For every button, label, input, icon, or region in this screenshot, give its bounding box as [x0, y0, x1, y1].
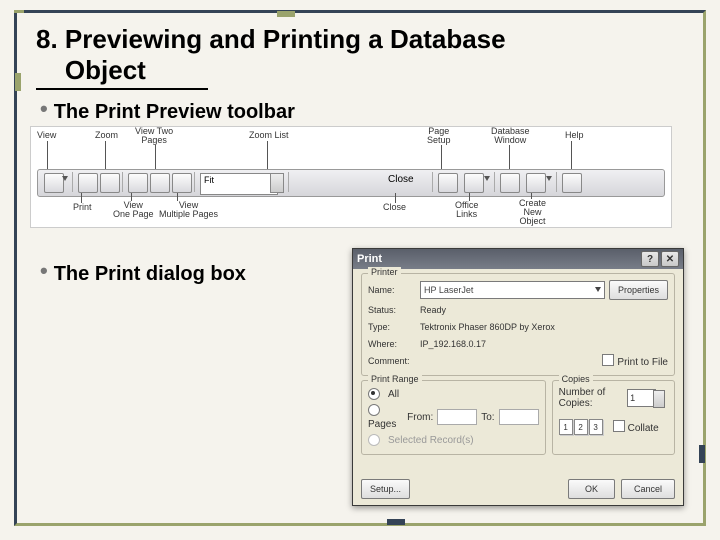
print-button[interactable] — [78, 173, 98, 193]
zoom-list-dropdown-icon[interactable] — [270, 173, 284, 193]
multi-pages-label: View Multiple Pages — [159, 201, 218, 219]
multiple-pages-button[interactable] — [172, 173, 192, 193]
printer-group-label: Printer — [368, 267, 401, 277]
status-value: Ready — [420, 305, 446, 315]
title-line-1: 8. Previewing and Printing a Database — [36, 24, 506, 54]
from-label: From: — [407, 412, 433, 423]
zoom-button[interactable] — [100, 173, 120, 193]
help-label: Help — [565, 131, 584, 140]
print-label: Print — [73, 203, 92, 212]
range-all-radio[interactable]: All — [368, 387, 539, 401]
title-line-2: Object — [65, 55, 146, 85]
print-range-group: Print Range All Pages From: To: Selected… — [361, 380, 546, 455]
collate-check[interactable]: Collate — [613, 420, 659, 434]
printer-group: Printer Name: HP LaserJet Properties Sta… — [361, 273, 675, 376]
view-button[interactable] — [44, 173, 64, 193]
num-copies-label: Number of Copies: — [559, 387, 623, 409]
where-label: Where: — [368, 339, 416, 349]
chevron-down-icon — [62, 176, 68, 181]
radio-icon — [368, 388, 380, 400]
db-window-label: Database Window — [491, 127, 530, 145]
two-pages-label: View Two Pages — [135, 127, 173, 145]
printer-name-combo[interactable]: HP LaserJet — [420, 281, 605, 299]
checkbox-icon — [602, 354, 614, 366]
name-label: Name: — [368, 285, 416, 295]
copies-group-label: Copies — [559, 374, 593, 384]
print-to-file-check[interactable]: Print to File — [602, 354, 668, 368]
close-button[interactable]: Close — [388, 174, 414, 185]
page-setup-label: Page Setup — [427, 127, 451, 145]
bullet-print-preview-toolbar: •The Print Preview toolbar — [40, 96, 295, 124]
one-page-label: View One Page — [113, 201, 154, 219]
copies-spinner[interactable]: 1 — [627, 389, 656, 407]
chevron-down-icon — [546, 176, 552, 181]
bullet-print-dialog-box: •The Print dialog box — [40, 258, 246, 286]
close-icon[interactable]: ✕ — [661, 251, 679, 267]
print-dialog: Print ? ✕ Printer Name: HP LaserJet Prop… — [352, 248, 684, 506]
help-button[interactable] — [562, 173, 582, 193]
type-value: Tektronix Phaser 860DP by Xerox — [420, 322, 555, 332]
status-label: Status: — [368, 305, 416, 315]
view-label: View — [37, 131, 56, 140]
page-setup-button[interactable] — [438, 173, 458, 193]
create-new-label: Create New Object — [519, 199, 546, 226]
radio-icon — [368, 404, 380, 416]
office-links-label: Office Links — [455, 201, 478, 219]
range-selected-radio: Selected Record(s) — [368, 433, 539, 447]
print-preview-toolbar-figure: Fit Close View Zoom View Two Pages Zoom … — [30, 126, 672, 228]
dialog-titlebar: Print ? ✕ — [353, 249, 683, 269]
checkbox-icon — [613, 420, 625, 432]
zoom-list-combo[interactable]: Fit — [200, 173, 278, 195]
to-label: To: — [481, 412, 494, 423]
radio-icon — [368, 434, 380, 446]
to-input[interactable] — [499, 409, 539, 425]
page-title: 8. Previewing and Printing a Database Ob… — [36, 24, 506, 86]
from-input[interactable] — [437, 409, 477, 425]
properties-button[interactable]: Properties — [609, 280, 668, 300]
bullet-dot-icon: • — [40, 96, 48, 121]
help-icon[interactable]: ? — [641, 251, 659, 267]
office-links-button[interactable] — [464, 173, 484, 193]
dialog-title-text: Print — [357, 253, 382, 265]
one-page-button[interactable] — [128, 173, 148, 193]
two-pages-button[interactable] — [150, 173, 170, 193]
copies-group: Copies Number of Copies: 1 1 2 3 Collate — [552, 380, 675, 455]
chevron-down-icon — [484, 176, 490, 181]
close-label: Close — [383, 203, 406, 212]
title-underline — [36, 88, 208, 90]
zoom-label: Zoom — [95, 131, 118, 140]
collate-icon: 1 2 3 — [559, 419, 603, 435]
zoom-list-label: Zoom List — [249, 131, 289, 140]
where-value: IP_192.168.0.17 — [420, 339, 486, 349]
comment-label: Comment: — [368, 356, 410, 366]
setup-button[interactable]: Setup... — [361, 479, 410, 499]
range-group-label: Print Range — [368, 374, 422, 384]
ok-button[interactable]: OK — [568, 479, 615, 499]
create-new-object-button[interactable] — [526, 173, 546, 193]
range-pages-radio[interactable]: Pages — [368, 404, 396, 430]
bullet-dot-icon: • — [40, 258, 48, 283]
database-window-button[interactable] — [500, 173, 520, 193]
type-label: Type: — [368, 322, 416, 332]
cancel-button[interactable]: Cancel — [621, 479, 675, 499]
